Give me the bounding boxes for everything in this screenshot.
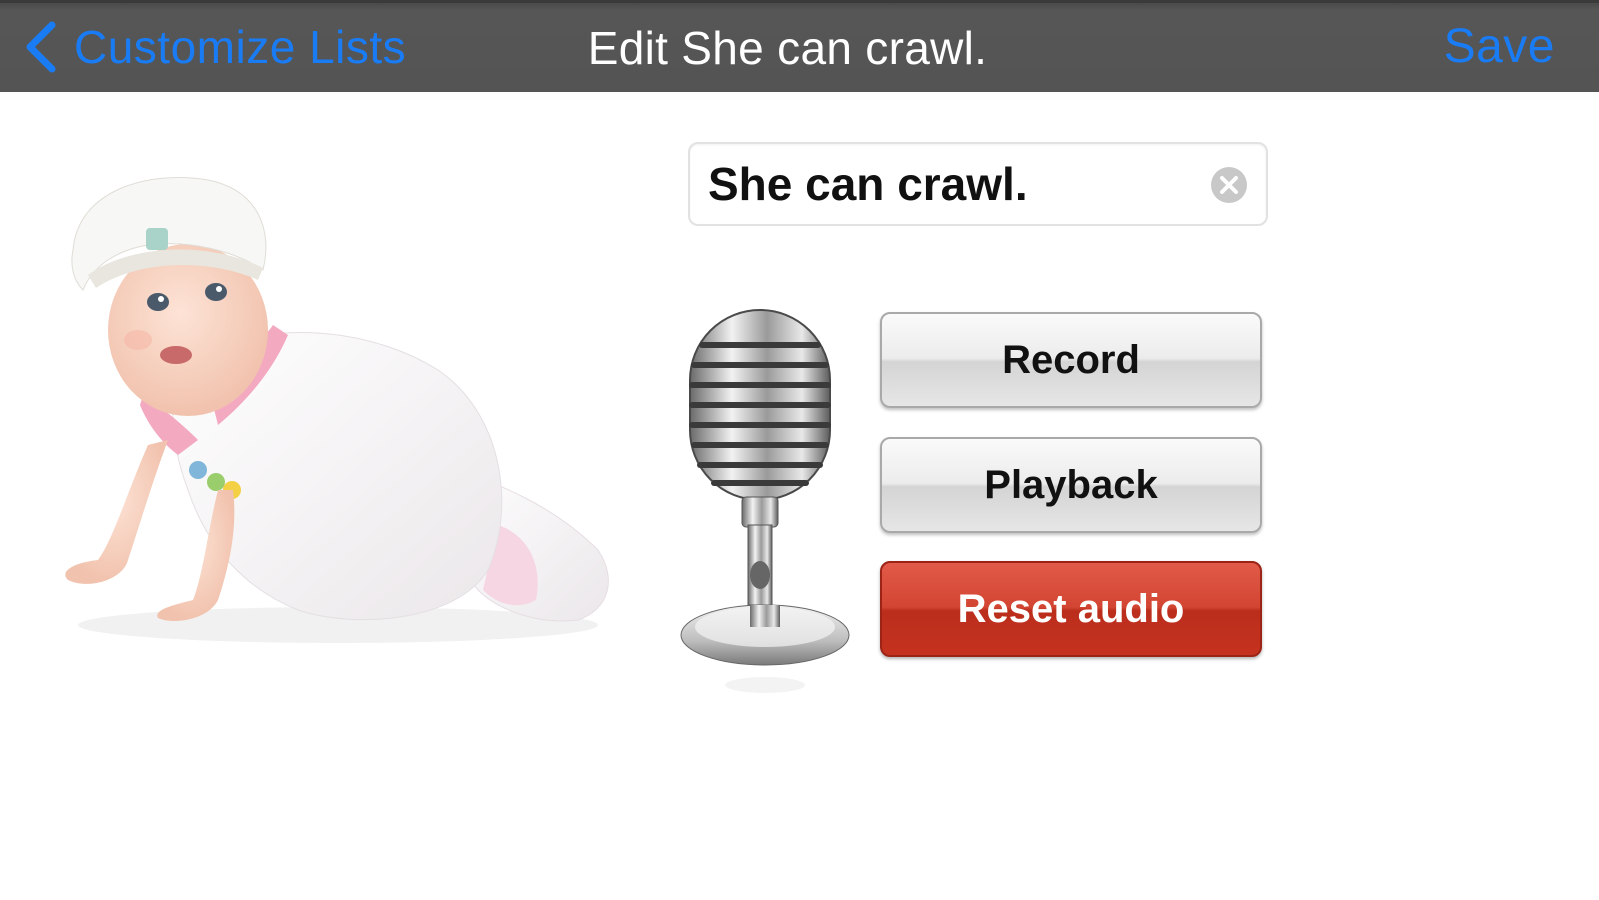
save-button[interactable]: Save	[1444, 19, 1555, 74]
record-button[interactable]: Record	[880, 312, 1262, 408]
phrase-input[interactable]	[708, 152, 1188, 216]
microphone-icon	[680, 309, 850, 693]
page-title: Edit She can crawl.	[0, 21, 1599, 75]
clear-icon[interactable]	[1210, 166, 1248, 204]
navigation-bar: Customize Lists Edit She can crawl. Save	[0, 0, 1599, 92]
page-title-text: Edit She can crawl.	[587, 22, 988, 74]
item-photo[interactable]	[58, 170, 618, 660]
reset-audio-button[interactable]: Reset audio	[880, 561, 1262, 657]
playback-button[interactable]: Playback	[880, 437, 1262, 533]
phrase-text-field[interactable]	[688, 142, 1268, 226]
